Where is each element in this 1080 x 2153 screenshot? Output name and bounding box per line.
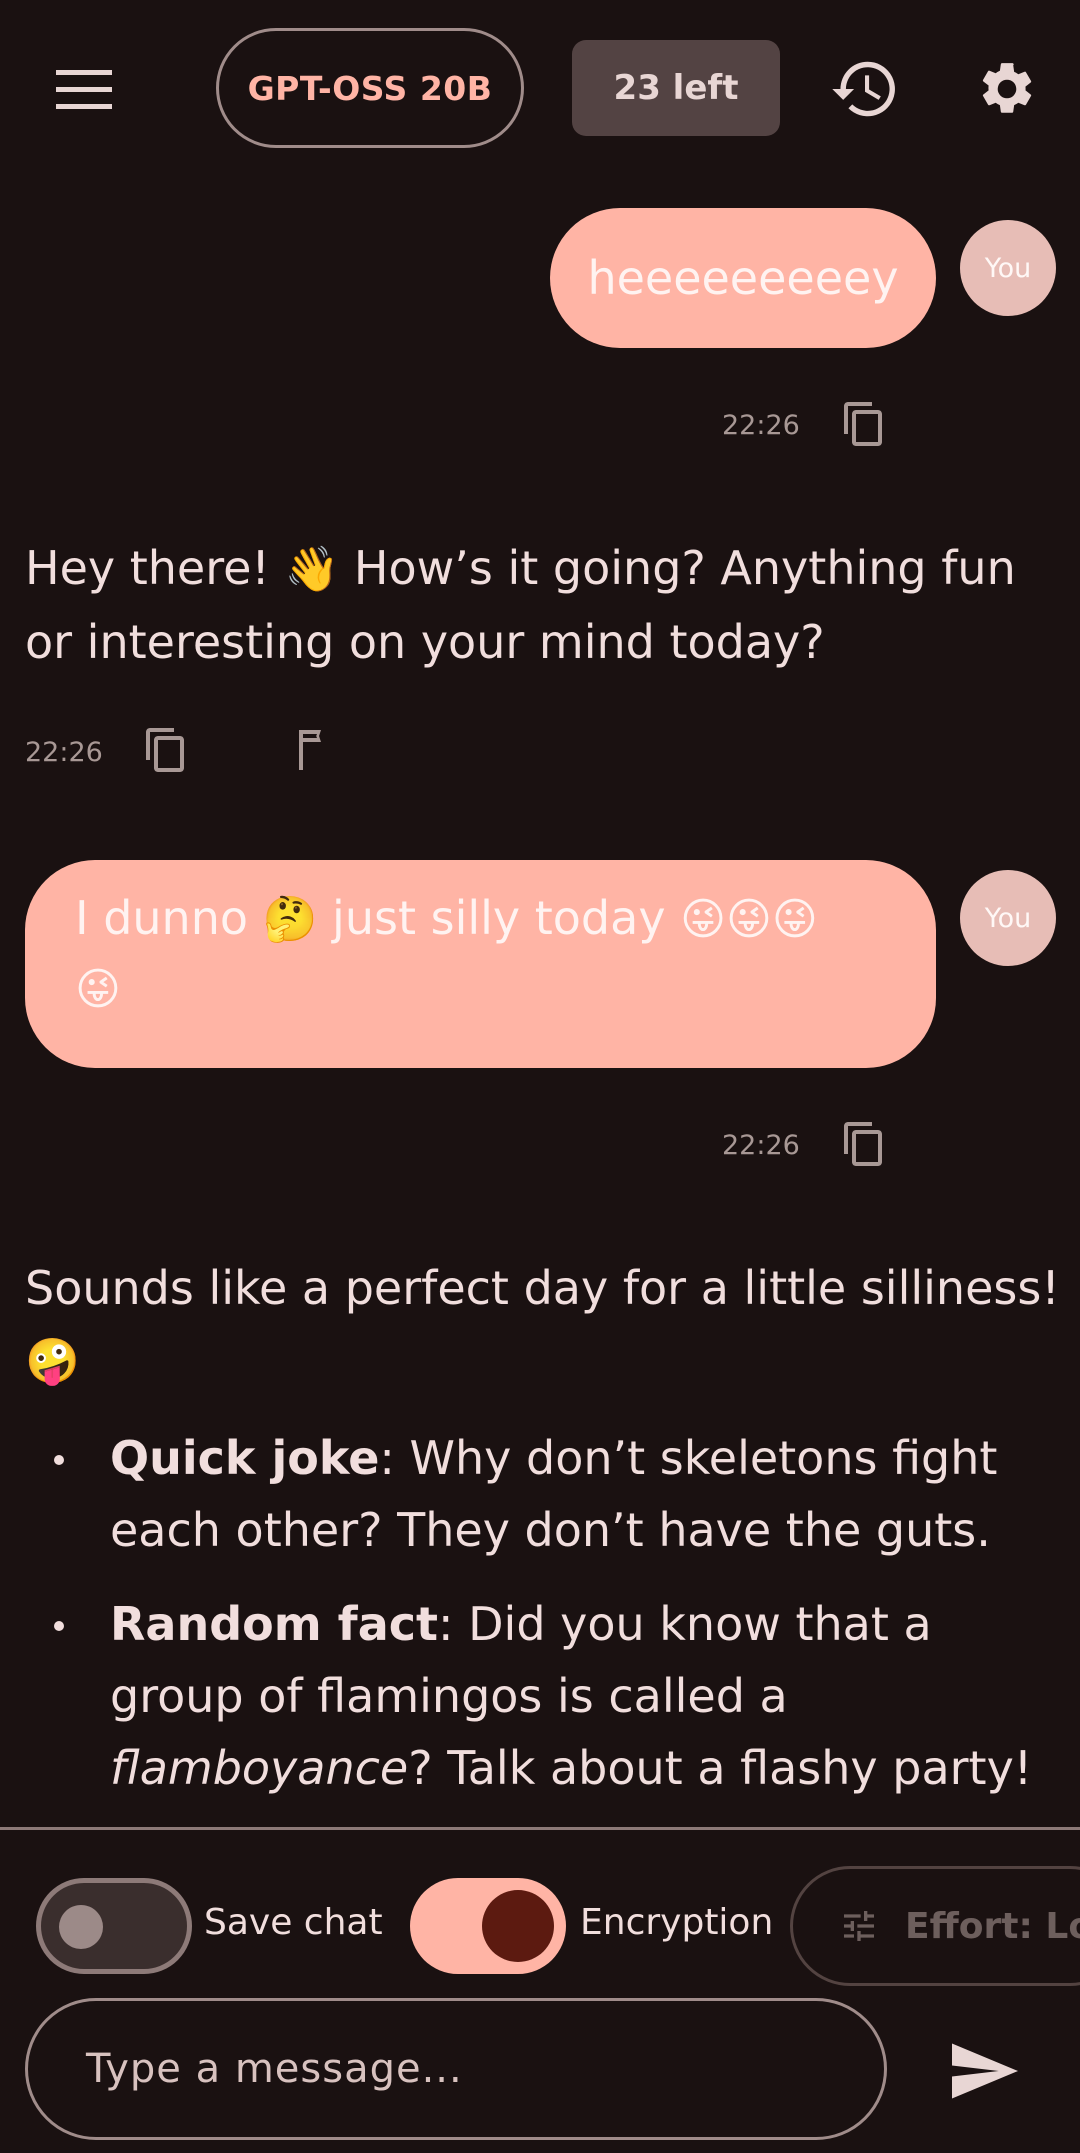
toggle-knob xyxy=(482,1890,554,1962)
history-button[interactable] xyxy=(820,44,910,134)
menu-icon xyxy=(56,70,112,109)
thinking-emoji: 🤔 xyxy=(262,894,318,945)
effort-label: Effort: Low xyxy=(905,1905,1080,1947)
message-input[interactable]: Type a message... xyxy=(25,1998,887,2140)
save-chat-toggle[interactable] xyxy=(36,1878,192,1974)
wave-emoji: 👋 xyxy=(284,544,340,595)
assistant-message: Sounds like a perfect day for a little s… xyxy=(25,1261,1060,1387)
message-text: heeeeeeeeey xyxy=(587,251,899,305)
settings-button[interactable] xyxy=(962,44,1052,134)
copy-button[interactable] xyxy=(834,394,894,454)
copy-icon xyxy=(844,1122,882,1166)
chat-list[interactable]: heeeeeeeeey You 22:26 Hey there! 👋 How’s… xyxy=(0,180,1080,1827)
top-app-bar: GPT-OSS 20B 23 left xyxy=(0,0,1080,180)
model-selector[interactable]: GPT-OSS 20B xyxy=(216,28,524,148)
silly-emoji: 😜😜😜 xyxy=(680,894,818,945)
copy-button[interactable] xyxy=(136,720,196,780)
history-icon xyxy=(832,61,895,117)
copy-icon xyxy=(844,402,882,446)
send-button[interactable] xyxy=(940,2026,1030,2116)
user-message-bubble: heeeeeeeeey xyxy=(550,208,936,348)
toggle-knob xyxy=(59,1905,103,1949)
tune-icon xyxy=(844,1911,874,1941)
send-icon xyxy=(952,2043,1018,2099)
menu-button[interactable] xyxy=(36,50,132,130)
encryption-toggle[interactable] xyxy=(410,1878,566,1974)
message-timestamp: 22:26 xyxy=(25,737,103,768)
input-placeholder: Type a message... xyxy=(86,2046,463,2092)
effort-selector[interactable]: Effort: Low xyxy=(790,1866,1080,1986)
list-item: Quick joke: Why don’t skeletons fight ea… xyxy=(110,1431,998,1557)
silly-emoji: 😜 xyxy=(75,964,121,1015)
flag-icon xyxy=(299,730,321,770)
message-timestamp: 22:26 xyxy=(722,410,800,441)
composer-bar: Save chat Encryption Effort: Low Type a … xyxy=(0,1830,1080,2153)
quota-badge: 23 left xyxy=(572,40,780,136)
list-item: Random fact: Did you know that a group o… xyxy=(110,1597,1033,1795)
copy-button[interactable] xyxy=(834,1114,894,1174)
report-button[interactable] xyxy=(282,720,342,780)
quota-label: 23 left xyxy=(613,68,739,108)
message-timestamp: 22:26 xyxy=(722,1130,800,1161)
avatar: You xyxy=(960,870,1056,966)
assistant-message: Hey there! 👋 How’s it going? Anything fu… xyxy=(25,541,1016,669)
avatar: You xyxy=(960,220,1056,316)
user-message-bubble: I dunno 🤔 just silly today 😜😜😜 😜 xyxy=(25,860,936,1068)
model-label: GPT-OSS 20B xyxy=(247,68,493,108)
save-chat-label: Save chat xyxy=(204,1902,383,1943)
bullet-dot xyxy=(54,1621,64,1631)
bullet-dot xyxy=(54,1455,64,1465)
copy-icon xyxy=(146,728,184,772)
encryption-label: Encryption xyxy=(580,1902,774,1943)
zany-emoji: 🤪 xyxy=(25,1336,80,1387)
gear-icon xyxy=(982,63,1032,113)
